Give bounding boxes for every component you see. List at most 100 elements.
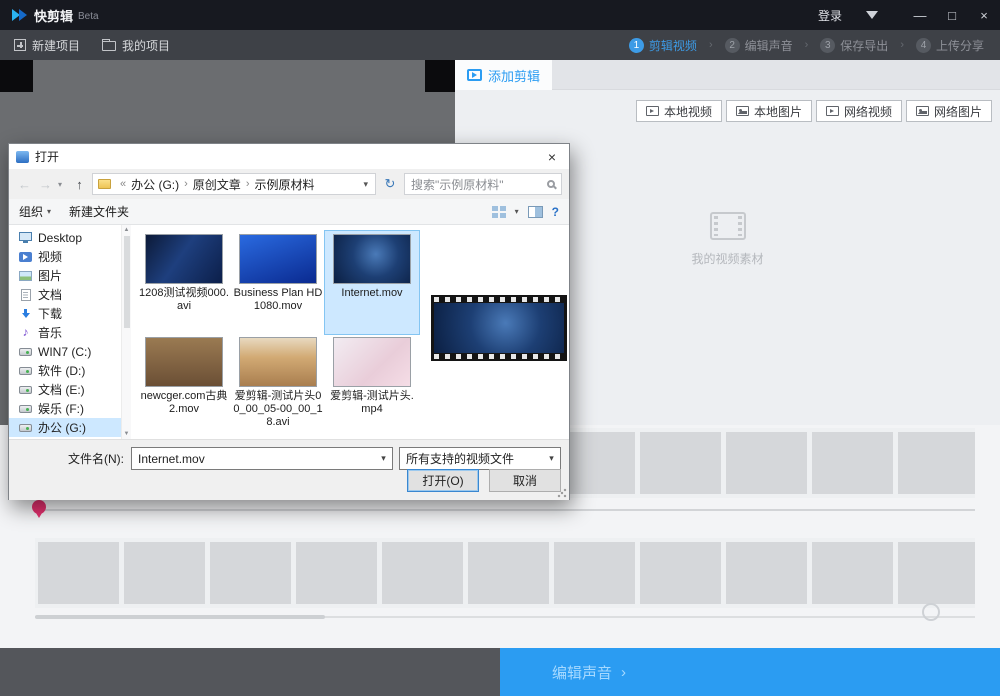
sidebar-item-videos[interactable]: 视频 (9, 247, 121, 266)
filmstrip-frame (210, 542, 291, 604)
file-item[interactable]: newcger.com古典2.mov (137, 334, 231, 437)
step-edit-sound[interactable]: 2 编辑声音 (725, 37, 793, 54)
sidebar-item-label: 下载 (38, 305, 62, 322)
sidebar-item-label: 视频 (38, 248, 62, 265)
file-name: 爱剪辑-测试片头.mp4 (327, 390, 417, 416)
breadcrumb-item-folder[interactable]: 原创文章 (192, 176, 242, 193)
maximize-button[interactable]: □ (936, 0, 968, 30)
timeline-scrollbar-thumb[interactable] (35, 615, 325, 619)
add-clip-icon (467, 69, 482, 81)
filmstrip-frame (124, 542, 205, 604)
file-item[interactable]: 1208测试视频000.avi (137, 231, 231, 334)
sidebar-item-drive-d[interactable]: 软件 (D:) (9, 361, 121, 380)
close-button[interactable]: × (968, 0, 1000, 30)
file-name: Business Plan HD1080.mov (233, 287, 323, 313)
filename-label: 文件名(N): (9, 450, 131, 467)
up-folder-icon[interactable]: ↑ (71, 177, 88, 192)
organize-label: 组织 (19, 203, 43, 220)
new-project-icon (14, 39, 26, 51)
sidebar-item-desktop[interactable]: Desktop (9, 228, 121, 247)
filename-dropdown-icon[interactable]: ▾ (375, 453, 392, 464)
filetype-dropdown-icon[interactable]: ▾ (543, 453, 560, 464)
sidebar-item-label: 音乐 (38, 324, 62, 341)
breadcrumb-item-current[interactable]: 示例原材料 (253, 176, 315, 193)
timeline-zoom-icon[interactable] (922, 603, 940, 621)
file-item[interactable]: Business Plan HD1080.mov (231, 231, 325, 334)
chevron-right-icon: › (621, 664, 626, 681)
step-label: 上传分享 (936, 37, 984, 54)
history-dropdown-icon[interactable]: ▾ (58, 180, 67, 189)
dialog-buttons: 打开(O) 取消 (407, 469, 561, 492)
organize-button[interactable]: 组织 ▾ (19, 203, 51, 220)
sidebar-item-downloads[interactable]: 下载 (9, 304, 121, 323)
step-save-export[interactable]: 3 保存导出 (820, 37, 888, 54)
sidebar-item-documents[interactable]: 文档 (9, 285, 121, 304)
help-icon[interactable]: ? (552, 205, 559, 219)
new-project-button[interactable]: 新建项目 (14, 37, 80, 54)
refresh-icon[interactable]: ↻ (380, 176, 400, 192)
address-bar[interactable]: « 办公 (G:) › 原创文章 › 示例原材料 ▾ (92, 173, 376, 195)
dialog-title-bar[interactable]: 打开 × (9, 144, 569, 169)
filetype-select[interactable]: 所有支持的视频文件 ▾ (399, 447, 561, 470)
sidebar-scrollbar[interactable]: ▲ ▼ (121, 225, 131, 439)
view-controls: ▾ ? (492, 205, 559, 219)
search-icon (547, 180, 555, 188)
address-dropdown-icon[interactable]: ▾ (360, 179, 371, 190)
sidebar-item-drive-c[interactable]: WIN7 (C:) (9, 342, 121, 361)
view-mode-icon[interactable] (492, 206, 506, 218)
tab-add-clip[interactable]: 添加剪辑 (455, 60, 552, 90)
web-video-button[interactable]: 网络视频 (816, 100, 902, 122)
step-upload-share[interactable]: 4 上传分享 (916, 37, 984, 54)
sidebar-item-drive-f[interactable]: 娱乐 (F:) (9, 399, 121, 418)
my-projects-button[interactable]: 我的项目 (102, 37, 170, 54)
open-button[interactable]: 打开(O) (407, 469, 479, 492)
breadcrumb-item-drive[interactable]: 办公 (G:) (130, 176, 180, 193)
preview-pane (429, 225, 569, 439)
login-button[interactable]: 登录 (818, 7, 842, 24)
drive-icon (19, 348, 32, 356)
file-name: Internet.mov (341, 287, 402, 300)
menu-icon[interactable] (866, 11, 878, 19)
file-item[interactable]: 爱剪辑-测试片头.mp4 (325, 334, 419, 437)
scroll-down-icon[interactable]: ▼ (124, 431, 130, 437)
sidebar-item-pictures[interactable]: 图片 (9, 266, 121, 285)
view-mode-dropdown-icon[interactable]: ▾ (515, 207, 519, 216)
titlebar-controls: 登录 — □ × (818, 0, 1000, 30)
playhead-marker[interactable] (32, 500, 46, 514)
local-image-button[interactable]: 本地图片 (726, 100, 812, 122)
edit-sound-button[interactable]: 编辑声音 › (500, 648, 1000, 696)
workflow-steps: 1 剪辑视频 › 2 编辑声音 › 3 保存导出 › 4 上传分享 (629, 37, 984, 54)
breadcrumb-overflow[interactable]: « (116, 178, 130, 190)
file-item-selected[interactable]: Internet.mov (325, 231, 419, 334)
web-image-button[interactable]: 网络图片 (906, 100, 992, 122)
scrollbar-thumb[interactable] (124, 236, 130, 328)
filmstrip-frame (898, 432, 975, 494)
new-folder-button[interactable]: 新建文件夹 (69, 203, 129, 220)
preview-pane-icon[interactable] (528, 206, 543, 218)
file-item[interactable]: 爱剪辑-测试片头00_00_05-00_00_18.avi (231, 334, 325, 437)
cancel-button[interactable]: 取消 (489, 469, 561, 492)
open-file-dialog: 打开 × ← → ▾ ↑ « 办公 (G:) › 原创文章 › 示例原材料 ▾ … (8, 143, 570, 500)
back-icon[interactable]: ← (16, 177, 33, 192)
filmstrip-frame (640, 542, 721, 604)
preview-letterbox-left (0, 60, 33, 92)
local-video-button[interactable]: 本地视频 (636, 100, 722, 122)
forward-icon[interactable]: → (37, 177, 54, 192)
minimize-button[interactable]: — (904, 0, 936, 30)
search-text: 搜索"示例原材料" (411, 176, 504, 193)
sidebar-item-drive-e[interactable]: 文档 (E:) (9, 380, 121, 399)
step-number: 2 (725, 38, 740, 53)
scroll-up-icon[interactable]: ▲ (124, 227, 130, 233)
breadcrumb-separator-icon: › (242, 178, 254, 190)
search-input[interactable]: 搜索"示例原材料" (404, 173, 562, 195)
filename-input[interactable]: Internet.mov ▾ (131, 447, 393, 470)
dialog-close-button[interactable]: × (535, 144, 569, 169)
filmstrip-track-2[interactable] (35, 538, 975, 608)
resize-grip[interactable] (556, 487, 568, 499)
drive-icon (19, 367, 32, 375)
step-cut-video[interactable]: 1 剪辑视频 (629, 37, 697, 54)
sidebar-item-music[interactable]: ♪ 音乐 (9, 323, 121, 342)
folder-icon (102, 41, 116, 51)
filename-row: 文件名(N): Internet.mov ▾ 所有支持的视频文件 ▾ (9, 447, 561, 470)
sidebar-item-drive-g[interactable]: 办公 (G:) (9, 418, 121, 437)
